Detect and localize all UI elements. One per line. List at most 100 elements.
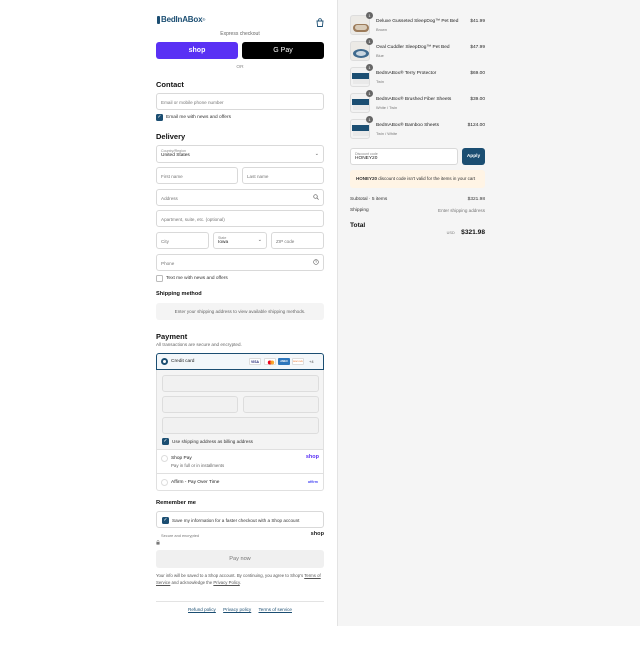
last-name-field[interactable]: Last name	[242, 167, 324, 184]
billing-label: Use shipping address as billing address	[172, 439, 253, 444]
credit-card-option[interactable]: Credit card VISA AMEX DISCOVER +4	[156, 353, 324, 370]
product-name: BedInABox® Bamboo Sheets	[376, 123, 440, 128]
save-info-label: Save my information for a faster checkou…	[172, 518, 300, 523]
shop-logo: shop	[310, 531, 324, 537]
amex-icon: AMEX	[278, 358, 290, 365]
total-value-wrap: USD $321.98	[425, 221, 485, 239]
logo-mark-icon	[157, 15, 160, 24]
privacy-link[interactable]: Privacy Policy	[213, 580, 239, 585]
shipping-value: Enter shipping address	[438, 208, 485, 213]
search-icon	[313, 194, 319, 201]
google-pay-button[interactable]: G Pay	[242, 42, 324, 59]
shop-pay-option[interactable]: Shop Pay Pay in full or in installments …	[156, 450, 324, 474]
product-price: $69.00	[470, 71, 485, 76]
quantity-badge: 1	[366, 90, 373, 97]
order-summary: 1 Deluxe Gusseted SleepDog™ Pet Bed Brow…	[337, 0, 640, 626]
logo[interactable]: BedInABox ®	[157, 14, 205, 25]
news-label: Email me with news and offers	[166, 115, 231, 120]
shop-pay-express-button[interactable]: shop	[156, 42, 238, 59]
shopping-bag-icon[interactable]	[316, 14, 324, 27]
quantity-badge: 1	[366, 64, 373, 71]
visa-icon: VISA	[249, 358, 261, 365]
sms-label: Text me with news and offers	[166, 276, 228, 281]
shipping-method-notice: Enter your shipping address to view avai…	[156, 303, 324, 320]
credit-card-radio[interactable]	[161, 358, 168, 365]
product-variant: Twin	[376, 79, 384, 84]
product-price: $124.00	[467, 123, 485, 128]
product-price: $47.99	[470, 45, 485, 50]
checkout-form-column: BedInABox ® Express checkout shop G Pay …	[0, 0, 337, 626]
news-checkbox[interactable]: ✓	[156, 114, 163, 121]
expiration-field[interactable]	[162, 396, 238, 413]
delivery-heading: Delivery	[156, 132, 186, 141]
quantity-badge: 1	[366, 38, 373, 45]
pay-now-button[interactable]: Pay now	[156, 550, 324, 568]
product-price: $39.00	[470, 97, 485, 102]
quantity-badge: 1	[366, 116, 373, 123]
payment-subtitle: All transactions are secure and encrypte…	[156, 342, 242, 347]
phone-field[interactable]: Phone	[156, 254, 324, 271]
quantity-badge: 1	[366, 12, 373, 19]
name-on-card-field[interactable]	[162, 417, 319, 434]
chevron-down-icon: ⌄	[314, 151, 319, 157]
help-icon[interactable]	[313, 259, 319, 266]
product-price: $41.99	[470, 19, 485, 24]
shop-pay-logo: shop	[305, 454, 319, 460]
discount-code-field[interactable]: Discount code HONEY20	[350, 148, 458, 165]
total-value: $321.98	[461, 229, 485, 236]
apartment-field[interactable]: Apartment, suite, etc. (optional)	[156, 210, 324, 227]
logo-text: BedInABox	[161, 15, 203, 24]
lock-icon	[156, 532, 160, 550]
affirm-label: Affirm - Pay Over Time	[171, 479, 220, 485]
product-variant: Brown	[376, 27, 388, 32]
city-field[interactable]: City	[156, 232, 209, 249]
more-brands-badge: +4	[309, 358, 314, 364]
footer-links: Refund policy Privacy policy Terms of se…	[156, 607, 324, 612]
save-info-checkbox[interactable]: ✓	[162, 517, 169, 524]
mastercard-icon	[264, 358, 276, 365]
secure-label: Secure and encrypted	[161, 533, 200, 538]
subtotal-label: Subtotal · 5 items	[350, 197, 388, 202]
product-variant: White / Twin	[376, 105, 398, 110]
shipping-method-heading: Shipping method	[156, 291, 202, 297]
privacy-policy-link[interactable]: Privacy policy	[223, 607, 251, 612]
payment-heading: Payment	[156, 332, 188, 341]
state-select[interactable]: State Iowa ⌄	[213, 232, 267, 249]
affirm-radio[interactable]	[161, 479, 168, 486]
currency-label: USD	[446, 231, 455, 235]
terms-of-service-link[interactable]: Terms of service	[259, 607, 292, 612]
product-variant: Blue	[376, 53, 384, 58]
billing-checkbox[interactable]: ✓	[162, 438, 169, 445]
shop-pay-radio[interactable]	[161, 455, 168, 462]
shop-pay-title: Shop Pay	[171, 456, 192, 461]
legal-text: Your info will be saved to a Shop accoun…	[156, 573, 321, 585]
country-select[interactable]: Country/Region United States ⌄	[156, 145, 324, 163]
product-variant: Twin / White	[376, 131, 398, 136]
express-checkout-title: Express checkout	[220, 31, 260, 37]
affirm-logo: affirm	[308, 480, 318, 484]
product-name: BedInABox® Brushed Fiber Sheets	[376, 97, 452, 102]
credit-card-label: Credit card	[171, 359, 195, 364]
chevron-down-icon: ⌄	[257, 237, 262, 243]
apply-button[interactable]: Apply	[462, 148, 485, 165]
checkout-page: BedInABox ® Express checkout shop G Pay …	[0, 0, 640, 653]
subtotal-value: $321.98	[467, 197, 485, 202]
affirm-option[interactable]: Affirm - Pay Over Time affirm	[156, 474, 324, 491]
security-code-field[interactable]	[243, 396, 319, 413]
discount-error-banner: HONEY20 discount code isn't valid for th…	[350, 170, 485, 188]
card-number-field[interactable]	[162, 375, 319, 392]
sms-checkbox[interactable]	[156, 275, 163, 282]
remember-box: ✓ Save my information for a faster check…	[156, 511, 324, 528]
zip-field[interactable]: ZIP code	[271, 232, 324, 249]
total-label: Total	[350, 222, 366, 229]
address-field[interactable]: Address	[156, 189, 324, 206]
email-field[interactable]: Email or mobile phone number	[156, 93, 324, 110]
shop-pay-subtitle: Pay in full or in installments	[171, 463, 225, 468]
product-name: Oval Cuddler SleepDog™ Pet Bed	[376, 45, 450, 50]
refund-policy-link[interactable]: Refund policy	[188, 607, 216, 612]
product-name: BedInABox® Terry Protector	[376, 71, 437, 76]
page-bottom	[0, 626, 640, 653]
first-name-field[interactable]: First name	[156, 167, 238, 184]
remember-heading: Remember me	[156, 500, 196, 506]
footer-divider	[156, 601, 324, 602]
